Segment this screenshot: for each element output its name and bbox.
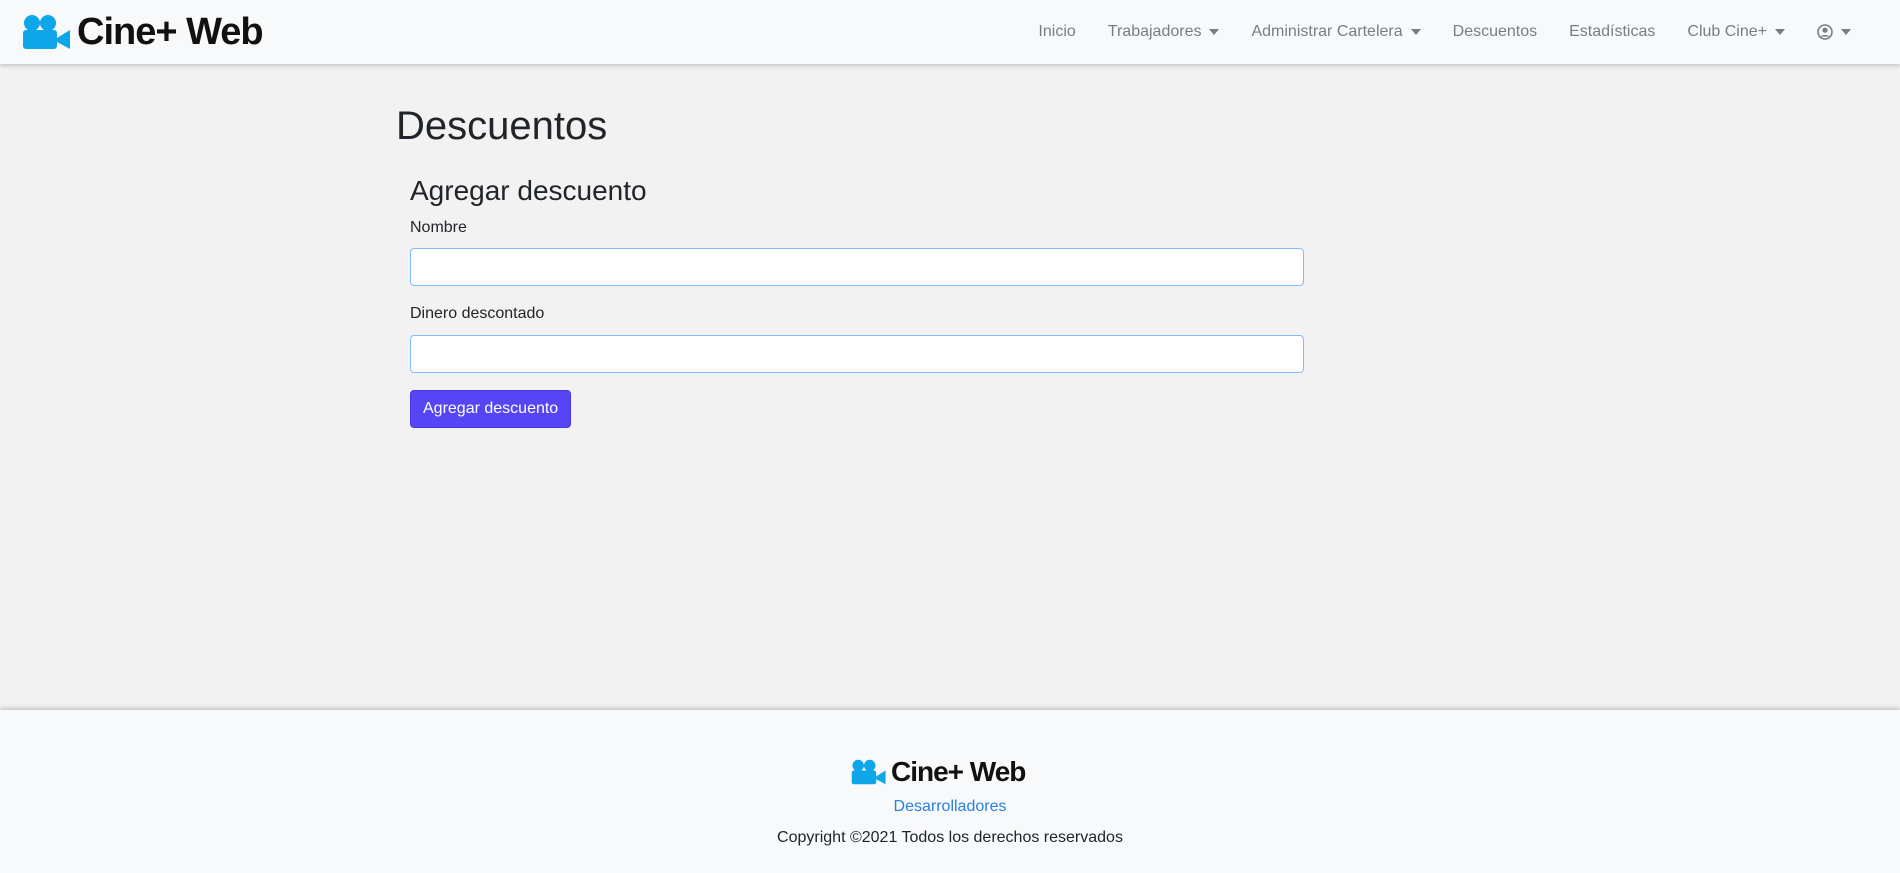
nav-item-club-cine[interactable]: Club Cine+ [1671, 23, 1801, 41]
nav-item-estadisticas[interactable]: Estadísticas [1553, 23, 1671, 41]
nav-item-inicio[interactable]: Inicio [1022, 23, 1091, 41]
nav-item-descuentos[interactable]: Descuentos [1437, 23, 1554, 41]
caret-down-icon [1775, 29, 1785, 35]
discount-amount-input[interactable] [410, 335, 1304, 374]
nav-item-label: Club Cine+ [1687, 23, 1767, 40]
user-menu[interactable] [1801, 24, 1867, 40]
video-camera-icon [851, 759, 886, 785]
nav-item-label: Descuentos [1452, 23, 1538, 40]
brand-name: Cine+ Web [77, 11, 264, 53]
nav-item-trabajadores[interactable]: Trabajadores [1092, 23, 1236, 41]
copyright-text: Copyright ©2021 Todos los derechos reser… [777, 829, 1123, 846]
brand-logo[interactable]: Cine+ Web [22, 10, 264, 54]
nav-item-administrar-cartelera[interactable]: Administrar Cartelera [1235, 23, 1436, 41]
name-label: Nombre [410, 218, 467, 236]
caret-down-icon [1410, 29, 1421, 35]
developers-link-label: Desarrolladores [893, 798, 1007, 815]
footer-brand-logo: Cine+ Web [851, 756, 1026, 787]
nav-menu: Inicio Trabajadores Administrar Carteler… [1022, 0, 1867, 64]
user-circle-icon [1817, 24, 1833, 40]
caret-down-icon [1209, 29, 1220, 35]
top-navbar: Cine+ Web Inicio Trabajadores Administra… [0, 0, 1900, 64]
page-title: Descuentos [396, 104, 608, 148]
page-footer: Cine+ Web Desarrolladores Copyright ©202… [0, 710, 1900, 873]
add-discount-form: Agregar descuento Nombre Dinero desconta… [410, 174, 1316, 429]
nav-item-label: Trabajadores [1107, 23, 1202, 40]
add-discount-button[interactable]: Agregar descuento [410, 390, 572, 429]
amount-label: Dinero descontado [410, 305, 545, 323]
caret-down-icon [1841, 29, 1851, 35]
name-input[interactable] [410, 248, 1304, 287]
nav-item-label: Inicio [1038, 23, 1076, 40]
video-camera-icon [23, 15, 70, 49]
developers-link[interactable]: Desarrolladores [0, 798, 1900, 816]
form-heading: Agregar descuento [410, 175, 647, 206]
main-content: Descuentos Agregar descuento Nombre Dine… [396, 64, 1316, 429]
nav-item-label: Estadísticas [1569, 23, 1656, 40]
nav-item-label: Administrar Cartelera [1251, 23, 1403, 40]
footer-brand-name: Cine+ Web [891, 756, 1026, 787]
